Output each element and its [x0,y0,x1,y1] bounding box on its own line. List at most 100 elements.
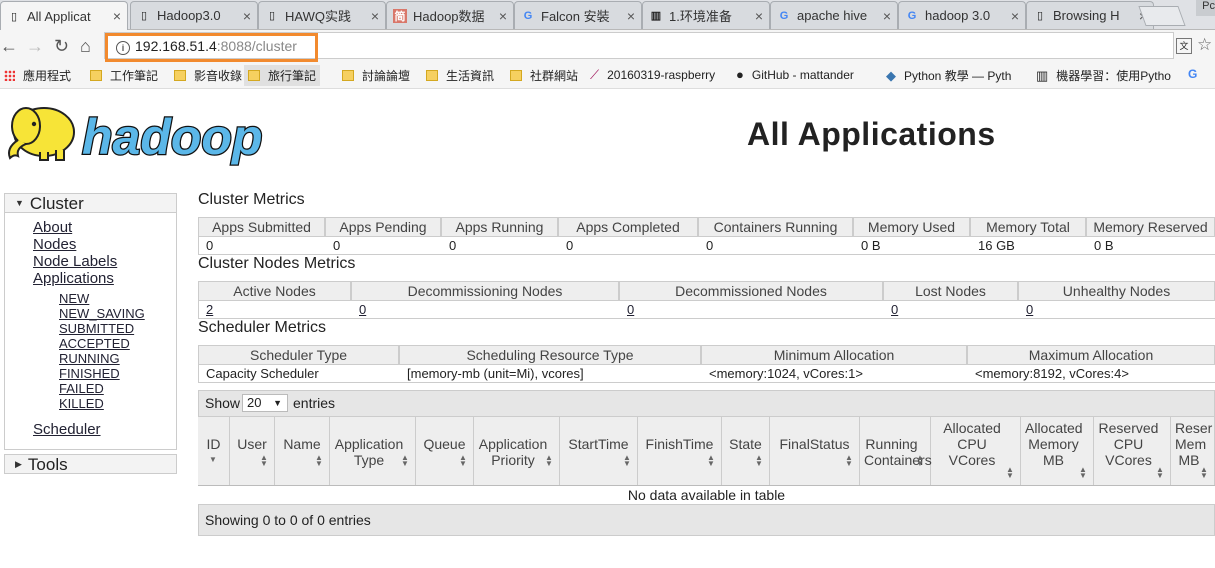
sort-arrows-icon: ▲ ▼ [845,453,853,468]
forward-arrow-icon[interactable]: → [26,36,44,57]
bookmark-label: 生活資訊 [446,69,495,83]
close-icon[interactable]: × [371,8,379,24]
close-icon[interactable]: × [499,8,507,24]
browser-tab[interactable]: Ghadoop 3.0 × [898,1,1026,29]
app-state-link-submitted[interactable]: SUBMITTED [59,322,134,336]
column-label: Application Priority [478,436,548,468]
metric-value[interactable]: 0 [1026,301,1033,319]
browser-tab[interactable]: Gapache hive × [770,1,898,29]
column-header-reserved-cpu-vcores[interactable]: Reserved CPU VCores ▲ ▼ [1094,417,1171,485]
bookmark-item[interactable]: 社群網站 [510,67,578,84]
column-header-reser-mem-mb[interactable]: Reser Mem MB ▲ ▼ [1171,417,1215,485]
column-header-name[interactable]: Name ▲ ▼ [275,417,330,485]
column-header-finishtime[interactable]: FinishTime ▲ ▼ [638,417,722,485]
metric-value: 0 B [1094,238,1114,253]
metric-value[interactable]: 0 [359,301,366,319]
column-header-running-containers[interactable]: Running Containers ▲ ▼ [860,417,932,485]
column-header: Unhealthy Nodes [1018,281,1215,301]
metric-value[interactable]: 2 [206,301,213,319]
page-size-select[interactable]: 20 ▼ [242,394,288,412]
column-header: Decommissioning Nodes [351,281,619,301]
bookmark-label: 討論論壇 [362,69,411,83]
browser-tab[interactable]: ▯Browsing H× [1026,1,1154,29]
close-icon[interactable]: × [1011,8,1019,24]
metric-value[interactable]: 0 [627,301,634,319]
google-icon: G [907,9,917,22]
browser-tab[interactable]: ▯ All Applicat × [0,1,128,30]
sidebar-link-applications[interactable]: Applications [33,271,114,287]
app-state-link-accepted[interactable]: ACCEPTED [59,337,130,351]
app-state-link-running[interactable]: RUNNING [59,352,120,366]
app-state-link-new[interactable]: NEW [59,292,89,306]
sidebar-link-scheduler[interactable]: Scheduler [33,422,101,438]
bookmark-item[interactable]: 旅行筆記 [244,65,321,86]
sort-arrows-icon: ▲ ▼ [1156,465,1164,480]
app-state-link-finished[interactable]: FINISHED [59,367,120,381]
column-header-queue[interactable]: Queue ▲ ▼ [416,417,474,485]
bookmark-item[interactable]: ▥ 機器學習：使用Pytho [1036,67,1171,84]
new-tab-button[interactable] [1138,6,1186,26]
app-state-link-new-saving[interactable]: NEW_SAVING [59,307,145,321]
column-header-application-type[interactable]: Application Type ▲ ▼ [330,417,416,485]
info-icon[interactable]: i [116,41,130,55]
address-url[interactable]: 192.168.51.4:8088/cluster [135,38,297,54]
bookmark-item[interactable]: 生活資訊 [426,67,494,84]
bookmark-item[interactable]: ◆ Python 教學 — Pyth [886,67,1011,84]
app-state-link-failed[interactable]: FAILED [59,382,104,396]
back-arrow-icon[interactable]: ← [0,36,18,57]
sort-arrows-icon: ▲ ▼ [755,453,763,468]
column-label: User [237,436,267,452]
bookmark-star-icon[interactable]: ☆ [1197,35,1212,55]
app-state-link-killed[interactable]: KILLED [59,397,104,411]
bookmark-item[interactable]: ● GitHub - mattander [736,67,854,82]
browser-tab[interactable]: G Falcon 安裝 × [514,1,642,29]
browser-tab[interactable]: ▯ Hadoop3.0 × [130,1,258,29]
column-label: Allocated Memory MB [1025,420,1083,468]
bookmark-item[interactable]: 影音收錄 [174,67,242,84]
tab-label: apache hive [797,8,868,23]
elephant-icon [8,107,75,161]
metric-value[interactable]: 0 [891,301,898,319]
bookmark-label: 社群網站 [530,69,579,83]
sidebar-link-nodes[interactable]: Nodes [33,237,76,253]
close-icon[interactable]: × [627,8,635,24]
column-header-state[interactable]: State ▲ ▼ [722,417,770,485]
column-header-user[interactable]: User ▲ ▼ [230,417,275,485]
column-header-allocated-cpu-vcores[interactable]: Allocated CPU VCores ▲ ▼ [931,417,1021,485]
column-label: Application Type [334,436,404,468]
window-profile-button[interactable]: Pc [1196,0,1215,16]
column-header-allocated-memory-mb[interactable]: Allocated Memory MB ▲ ▼ [1021,417,1094,485]
column-header-finalstatus[interactable]: FinalStatus ▲ ▼ [770,417,860,485]
sidebar-link-node-labels[interactable]: Node Labels [33,254,117,270]
translate-icon[interactable]: 文 [1176,38,1192,54]
browser-tab[interactable]: ▯ HAWQ实践 × [258,1,386,29]
bookmark-item[interactable]: ⟋ 20160319-raspberry [590,67,715,83]
bookmark-label: Python 教學 — Pyth [904,69,1012,83]
close-icon[interactable]: × [755,8,763,24]
close-icon[interactable]: × [883,8,891,24]
reload-icon[interactable]: ↻ [54,36,69,57]
google-icon[interactable]: G [1188,67,1197,81]
folder-icon [248,70,260,81]
sidebar-link-about[interactable]: About [33,220,72,236]
bookmark-item[interactable]: 討論論壇 [342,67,410,84]
tools-section-header[interactable]: ▶ Tools [4,454,177,474]
sort-arrows-icon: ▲ ▼ [707,453,715,468]
close-icon[interactable]: × [243,8,251,24]
cluster-section-header[interactable]: ▼ Cluster [4,193,177,213]
browser-tab[interactable]: 简 Hadoop数据 × [386,1,514,29]
column-header-id[interactable]: ID ▼ [198,417,230,485]
column-header-application-priority[interactable]: Application Priority ▲ ▼ [474,417,560,485]
bookmark-item[interactable]: 應用程式 [4,67,71,84]
column-header-starttime[interactable]: StartTime ▲ ▼ [560,417,638,485]
page-icon: ▯ [10,10,18,23]
browser-tab[interactable]: ▥ 1.环境准备 × [642,1,770,29]
bookmark-item[interactable]: 工作筆記 [90,67,158,84]
metric-value: 0 [566,238,574,253]
bookmark-label: 工作筆記 [110,69,159,83]
close-icon[interactable]: × [113,8,121,24]
column-header: Apps Submitted [198,217,325,237]
tab-label: 1.环境准备 [669,9,732,24]
sort-arrows-icon: ▲ ▼ [1200,465,1208,480]
home-icon[interactable]: ⌂ [80,36,91,57]
